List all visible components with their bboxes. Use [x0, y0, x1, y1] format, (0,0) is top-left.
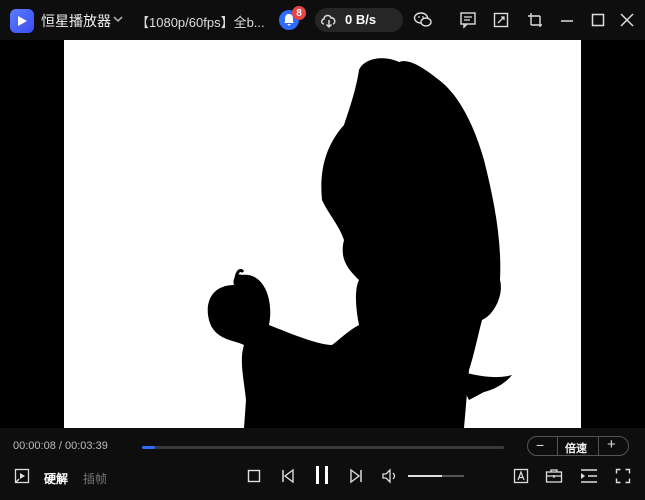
- playlist-icon[interactable]: [580, 467, 598, 485]
- pause-icon[interactable]: [311, 464, 333, 486]
- divider: [557, 437, 558, 455]
- rate-increase-button[interactable]: +: [607, 436, 616, 453]
- progress-fill: [142, 446, 156, 449]
- cloud-download-icon: [319, 10, 339, 30]
- video-silhouette: [207, 58, 512, 428]
- volume-fill: [408, 475, 442, 477]
- crop-icon[interactable]: [491, 10, 511, 30]
- play-logo-icon[interactable]: [10, 9, 34, 33]
- volume-slider[interactable]: [408, 475, 464, 477]
- volume-icon[interactable]: [381, 467, 399, 485]
- maximize-icon[interactable]: [588, 10, 608, 30]
- rate-decrease-button[interactable]: −: [536, 437, 544, 453]
- progress-bar[interactable]: [142, 446, 504, 449]
- stop-icon[interactable]: [245, 467, 263, 485]
- divider: [598, 437, 599, 455]
- subtitle-icon[interactable]: [512, 467, 530, 485]
- previous-icon[interactable]: [279, 467, 297, 485]
- feedback-icon[interactable]: [458, 10, 478, 30]
- toolbox-icon[interactable]: [545, 467, 563, 485]
- rate-label[interactable]: 倍速: [565, 440, 587, 456]
- app-name[interactable]: 恒星播放器: [41, 11, 111, 31]
- chevron-down-icon[interactable]: [113, 13, 123, 27]
- wechat-icon[interactable]: [413, 10, 433, 30]
- video-frame[interactable]: [64, 40, 581, 428]
- video-title: 【1080p/60fps】全b...: [136, 15, 265, 30]
- notification-badge: 8: [292, 6, 306, 20]
- frame-interp-toggle[interactable]: 插帧: [83, 470, 107, 487]
- pin-icon[interactable]: [525, 10, 545, 30]
- fullscreen-icon[interactable]: [614, 467, 632, 485]
- close-icon[interactable]: [617, 10, 637, 30]
- hw-decode-toggle[interactable]: 硬解: [44, 470, 68, 487]
- time-display: 00:00:08 / 00:03:39: [13, 440, 108, 452]
- minimize-icon[interactable]: [557, 10, 577, 30]
- download-speed-text: 0 B/s: [345, 12, 377, 27]
- next-icon[interactable]: [347, 467, 365, 485]
- playlist-toggle-icon[interactable]: [13, 467, 31, 485]
